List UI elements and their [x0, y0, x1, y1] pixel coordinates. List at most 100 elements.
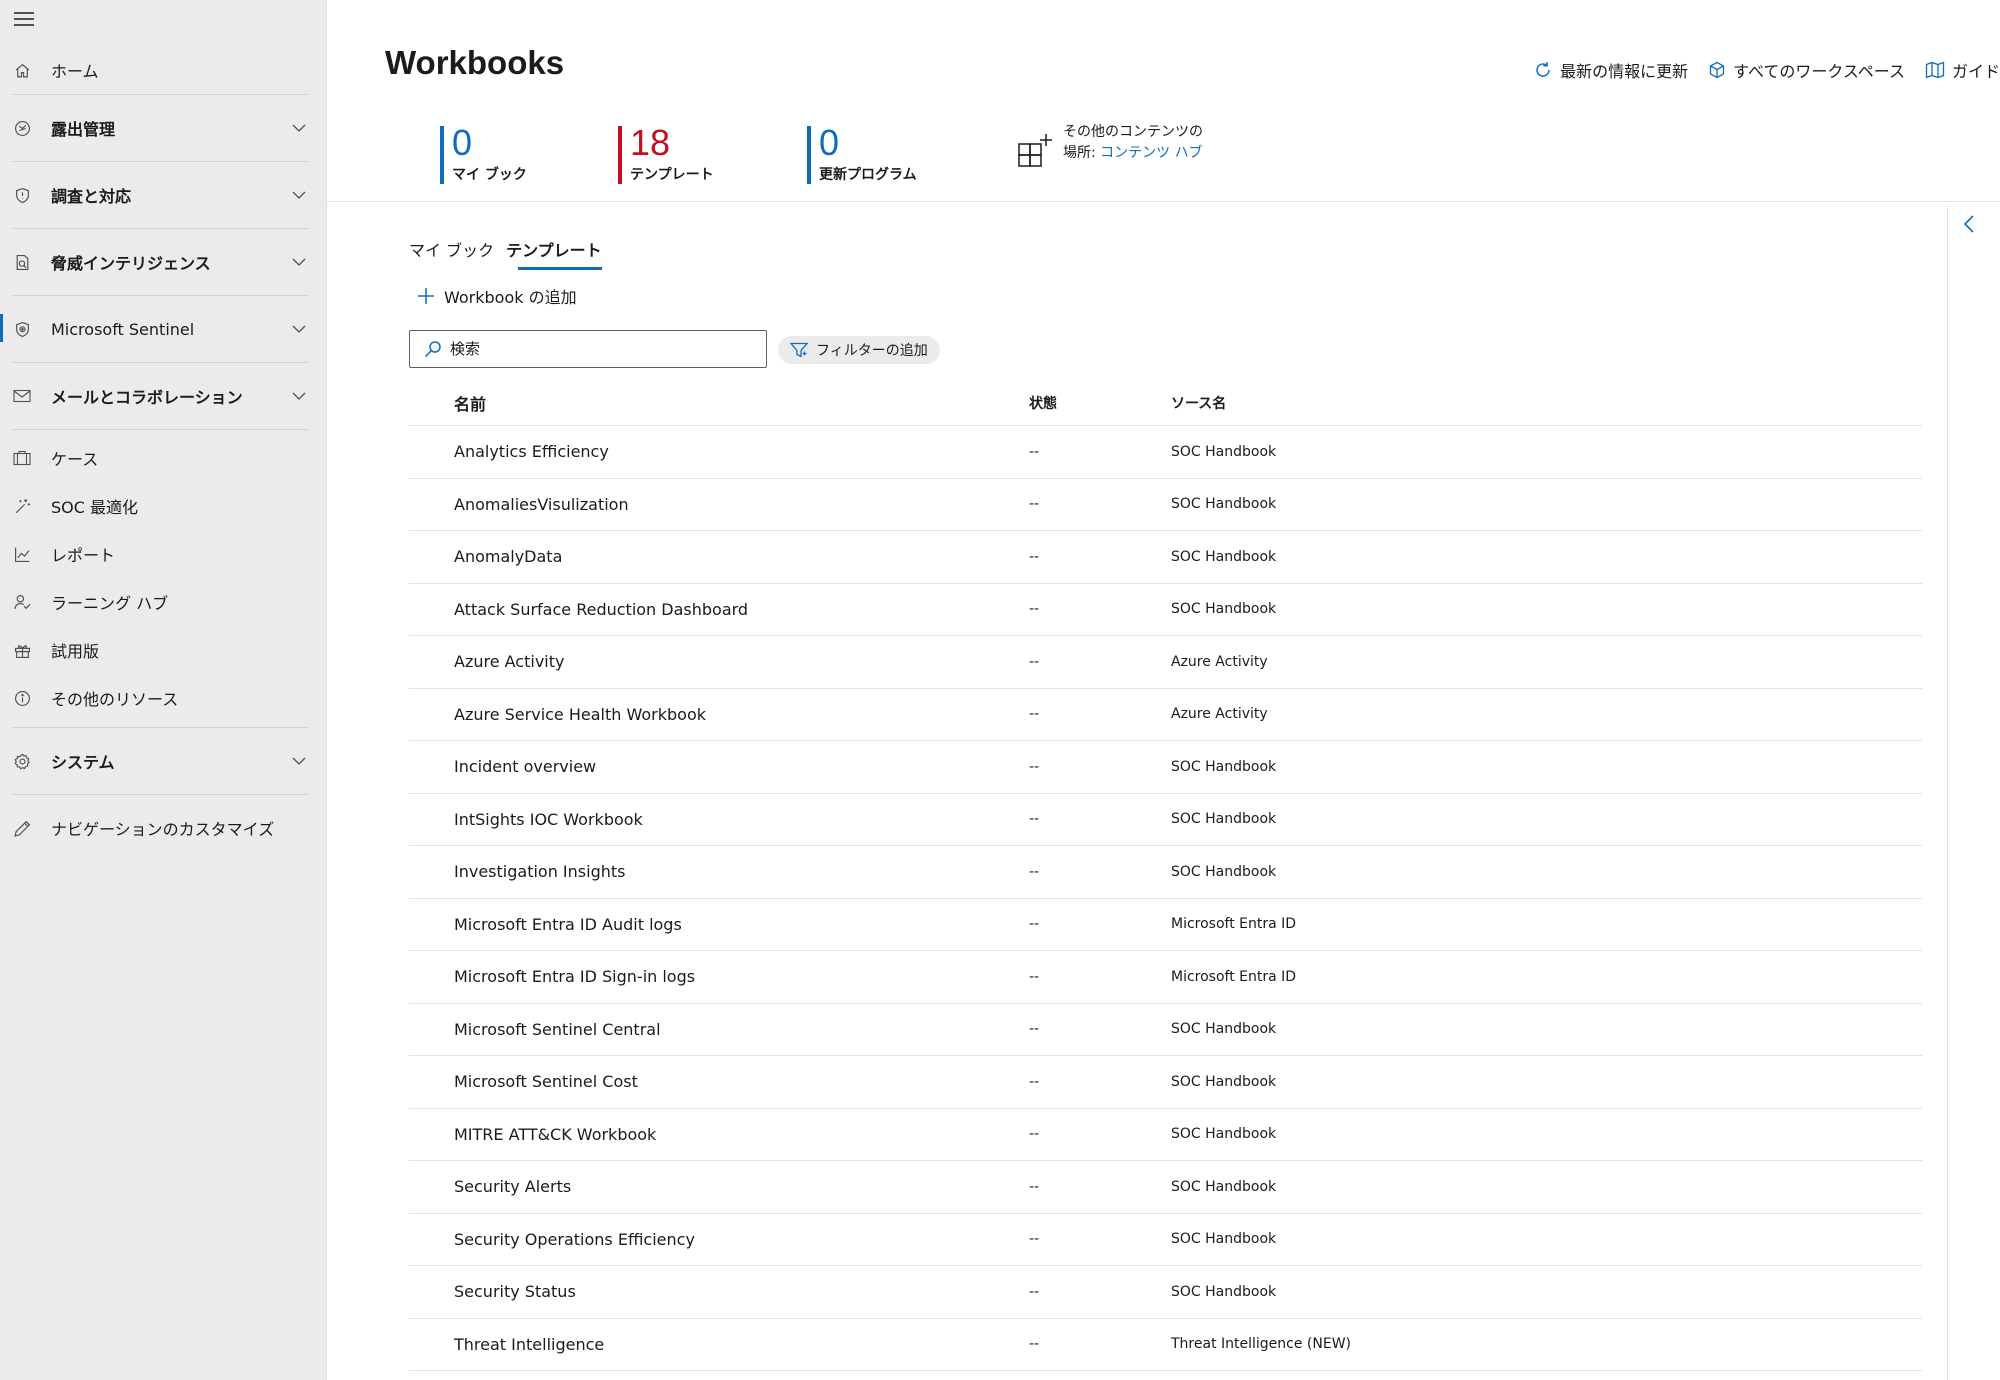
table-row[interactable]: Threat Intelligence -- Threat Intelligence…	[409, 1319, 1922, 1371]
add-filter-button[interactable]: フィルターの追加	[778, 336, 940, 364]
gear-icon	[13, 752, 31, 770]
search-box[interactable]	[409, 330, 767, 368]
cell-source: SOC Handbook	[1171, 1021, 1277, 1038]
cell-source: SOC Handbook	[1171, 1231, 1277, 1248]
cell-source: SOC Handbook	[1171, 758, 1277, 775]
exposure-icon	[13, 119, 31, 137]
nav-group-exposure[interactable]: 露出管理	[0, 95, 327, 161]
nav-item-other-resources[interactable]: その他のリソース	[0, 674, 327, 722]
table-row[interactable]: Microsoft Sentinel Central -- SOC Handbook	[409, 1004, 1922, 1056]
cell-name: Microsoft Entra ID Sign-in logs	[454, 967, 696, 987]
guide-button[interactable]: ガイド	[1925, 58, 2000, 82]
content-hub-link[interactable]: コンテンツ ハブ	[1100, 145, 1202, 161]
cell-name: IntSights IOC Workbook	[454, 809, 643, 829]
refresh-label: 最新の情報に更新	[1560, 62, 1689, 81]
table-row[interactable]: Investigation Insights -- SOC Handbook	[409, 846, 1922, 899]
nav-item-home[interactable]: ホーム	[0, 46, 327, 94]
cell-name: Security Alerts	[454, 1177, 572, 1197]
table-header: 名前 状態 ソース名	[409, 380, 1922, 426]
info-icon	[13, 689, 31, 707]
table-row[interactable]: Incident overview -- SOC Handbook	[409, 741, 1922, 794]
nav-item-reports[interactable]: レポート	[0, 530, 327, 578]
add-workbook-label: Workbook の追加	[444, 288, 577, 307]
nav-label: 脅威インテリジェンス	[51, 254, 211, 273]
chevron-down-icon	[292, 757, 306, 765]
table-row[interactable]: AnomalyData -- SOC Handbook	[409, 531, 1922, 584]
table-body: Analytics Efficiency -- SOC Handbook Anomal…	[409, 426, 1922, 1371]
refresh-button[interactable]: 最新の情報に更新	[1533, 58, 1688, 82]
filter-icon	[790, 342, 808, 358]
chevron-down-icon	[292, 392, 306, 400]
nav-label: Microsoft Sentinel	[51, 319, 195, 339]
stat-value: 0	[452, 122, 473, 163]
cell-state: --	[1029, 811, 1040, 828]
table-row[interactable]: MITRE ATT&CK Workbook -- SOC Handbook	[409, 1109, 1922, 1161]
table-row[interactable]: Analytics Efficiency -- SOC Handbook	[409, 426, 1922, 479]
hamburger-menu-icon[interactable]	[14, 12, 34, 26]
table-row[interactable]: IntSights IOC Workbook -- SOC Handbook	[409, 794, 1922, 846]
add-apps-icon	[1018, 134, 1052, 167]
nav-group-threat-intel[interactable]: 脅威インテリジェンス	[0, 229, 327, 295]
shield-icon	[13, 186, 31, 204]
all-workspaces-button[interactable]: すべてのワークスペース	[1708, 58, 1905, 82]
column-header-name[interactable]: 名前	[409, 391, 1029, 415]
stat-my-workbooks[interactable]: 0 マイ ブック	[440, 124, 527, 184]
tab-my-workbooks[interactable]: マイ ブック	[409, 238, 494, 274]
left-navigation: ホーム 露出管理 調査と対応 脅威インテリジェンス Microsoft Sent…	[0, 0, 327, 1380]
cell-source: Azure Activity	[1171, 706, 1268, 723]
cell-source: SOC Handbook	[1171, 1126, 1277, 1143]
mail-icon	[13, 387, 31, 405]
cell-name: AnomaliesVisulization	[454, 494, 629, 514]
table-row[interactable]: Azure Activity -- Azure Activity	[409, 636, 1922, 689]
cell-state: --	[1029, 443, 1040, 460]
add-workbook-button[interactable]: Workbook の追加	[417, 284, 577, 308]
nav-label: ラーニング ハブ	[51, 594, 169, 613]
table-row[interactable]: Microsoft Entra ID Audit logs -- Microsoft…	[409, 899, 1922, 951]
cell-name: Incident overview	[454, 757, 597, 777]
threat-intel-icon	[13, 253, 31, 271]
nav-item-trials[interactable]: 試用版	[0, 626, 327, 674]
chart-icon	[13, 545, 31, 563]
guide-label: ガイド	[1951, 62, 2000, 81]
table-row[interactable]: Attack Surface Reduction Dashboard -- SOC …	[409, 584, 1922, 636]
nav-group-system[interactable]: システム	[0, 728, 327, 794]
table-row[interactable]: Security Status -- SOC Handbook	[409, 1266, 1922, 1319]
column-header-source[interactable]: ソース名	[1171, 393, 1226, 413]
cell-source: SOC Handbook	[1171, 443, 1277, 460]
cell-state: --	[1029, 1231, 1040, 1248]
workbooks-table: 名前 状態 ソース名 Analytics Efficiency -- SOC Han…	[409, 380, 1922, 1371]
tab-templates[interactable]: テンプレート	[506, 238, 602, 274]
nav-item-learning-hub[interactable]: ラーニング ハブ	[0, 578, 327, 626]
table-row[interactable]: Azure Service Health Workbook -- Azure Act…	[409, 689, 1922, 741]
nav-label: 調査と対応	[51, 187, 132, 206]
table-row[interactable]: Security Alerts -- SOC Handbook	[409, 1161, 1922, 1214]
cell-source: Microsoft Entra ID	[1171, 968, 1297, 985]
nav-item-cases[interactable]: ケース	[0, 434, 327, 482]
table-row[interactable]: Microsoft Sentinel Cost -- SOC Handbook	[409, 1056, 1922, 1109]
cell-state: --	[1029, 653, 1040, 670]
column-header-state[interactable]: 状態	[1029, 393, 1171, 413]
stat-label: マイ ブック	[452, 167, 527, 183]
cell-source: SOC Handbook	[1171, 601, 1277, 618]
nav-group-microsoft-sentinel[interactable]: Microsoft Sentinel	[0, 296, 327, 362]
all-workspaces-label: すべてのワークスペース	[1733, 62, 1905, 81]
chevron-down-icon	[292, 124, 306, 132]
nav-item-soc-optimization[interactable]: SOC 最適化	[0, 482, 327, 530]
table-row[interactable]: Security Operations Efficiency -- SOC Hand…	[409, 1214, 1922, 1266]
collapse-pane-button[interactable]	[1957, 212, 1981, 236]
cell-source: SOC Handbook	[1171, 811, 1277, 828]
nav-label: レポート	[51, 546, 116, 565]
cell-source: SOC Handbook	[1171, 1178, 1277, 1195]
nav-group-investigation[interactable]: 調査と対応	[0, 162, 327, 228]
search-input[interactable]	[450, 340, 750, 358]
cell-state: --	[1029, 1283, 1040, 1300]
stat-updates[interactable]: 0 更新プログラム	[807, 124, 917, 184]
stat-templates[interactable]: 18 テンプレート	[618, 124, 714, 184]
nav-group-mail-collab[interactable]: メールとコラボレーション	[0, 363, 327, 429]
table-row[interactable]: Microsoft Entra ID Sign-in logs -- Microso…	[409, 951, 1922, 1004]
cell-state: --	[1029, 548, 1040, 565]
cell-source: Microsoft Entra ID	[1171, 916, 1297, 933]
table-row[interactable]: AnomaliesVisulization -- SOC Handbook	[409, 479, 1922, 531]
chevron-down-icon	[292, 258, 306, 266]
nav-item-customize-navigation[interactable]: ナビゲーションのカスタマイズ	[0, 795, 327, 861]
